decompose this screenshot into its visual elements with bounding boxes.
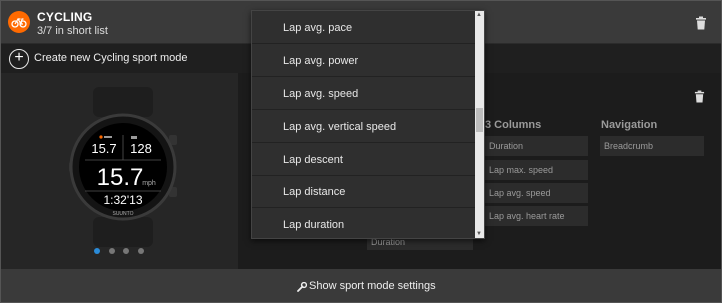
watch-speed-unit: mph	[142, 180, 156, 187]
wrench-icon	[297, 281, 308, 295]
watch-duration: 1:32'13	[104, 193, 143, 207]
column-header-3-columns: 3 Columns	[485, 119, 542, 131]
dropdown-item[interactable]: Lap duration	[252, 209, 477, 238]
column-header-navigation: Navigation	[601, 119, 658, 131]
trash-icon[interactable]	[695, 16, 707, 30]
field-dropdown-list[interactable]: Lap avg. pace Lap avg. power Lap avg. sp…	[251, 10, 485, 239]
create-sport-mode-label: Create new Cycling sport mode	[34, 52, 188, 64]
bike-icon	[8, 11, 30, 33]
sport-title: CYCLING	[37, 10, 93, 24]
watch-preview-panel: 15.7 128 15.7 mph 1:32'13 SUUNTO	[1, 73, 238, 269]
pager-dot[interactable]	[109, 248, 115, 254]
show-settings-bar[interactable]: Show sport mode settings	[1, 269, 721, 302]
scroll-down-icon[interactable]: ▼	[476, 231, 482, 237]
pager-dot[interactable]	[138, 248, 144, 254]
layout-field-cell[interactable]: Breadcrumb	[600, 136, 704, 156]
dropdown-item[interactable]: Lap descent	[252, 144, 477, 176]
pager-dot[interactable]	[123, 248, 129, 254]
dropdown-item[interactable]: Lap avg. vertical speed	[252, 111, 477, 143]
watch-preview: 15.7 128 15.7 mph 1:32'13 SUUNTO	[63, 87, 183, 247]
short-list-count: 3/7 in short list	[37, 25, 108, 37]
dropdown-item[interactable]: Lap avg. power	[252, 45, 477, 77]
watch-speed-small: 15.7	[91, 141, 116, 156]
layout-field-cell[interactable]: Lap max. speed	[485, 160, 588, 180]
scroll-up-icon[interactable]: ▲	[476, 12, 482, 18]
watch-speed-main: 15.7	[97, 164, 144, 191]
plus-icon[interactable]: +	[9, 49, 29, 69]
layout-field-cell[interactable]: Lap avg. heart rate	[485, 206, 588, 226]
dropdown-scrollbar[interactable]: ▲ ▼	[475, 11, 484, 238]
show-settings-label: Show sport mode settings	[309, 280, 436, 292]
layout-field-cell[interactable]: Lap avg. speed	[485, 183, 588, 203]
scrollbar-thumb[interactable]	[476, 108, 483, 132]
watch-brand: SUUNTO	[112, 211, 133, 217]
dropdown-item[interactable]: Lap avg. speed	[252, 78, 477, 110]
trash-icon[interactable]	[694, 90, 705, 103]
dropdown-item[interactable]: Lap distance	[252, 176, 477, 208]
pager-dot[interactable]	[94, 248, 100, 254]
watch-heart-rate: 128	[130, 141, 152, 156]
dropdown-item[interactable]: Lap avg. pace	[252, 12, 477, 44]
layout-field-cell[interactable]: Duration	[485, 136, 588, 156]
